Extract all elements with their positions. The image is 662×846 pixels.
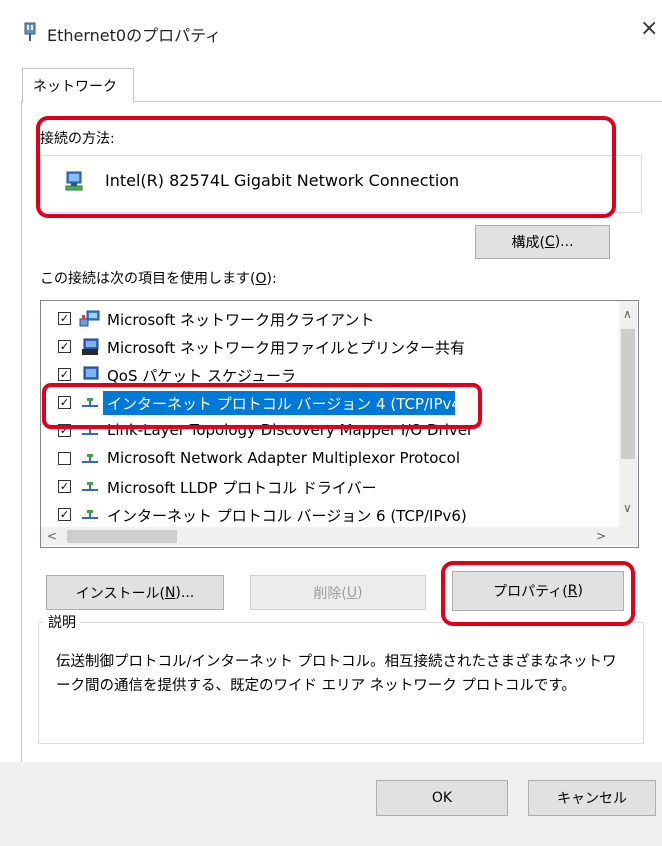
protocol-icon [82,482,98,491]
list-item[interactable]: ✓ QoS パケット スケジューラ [41,361,619,389]
configure-button-key: C [544,234,555,250]
list-item[interactable]: ✓ Microsoft LLDP プロトコル ドライバー [41,473,619,501]
file-printer-sharing-icon [82,338,99,355]
install-button-label: インストール( [75,585,165,602]
protocol-icon [82,398,98,407]
properties-button-label: プロパティ( [493,584,568,600]
connect-using-label: 接続の方法: [40,131,115,147]
uninstall-button-label: 削除( [313,585,347,602]
title-bar: Ethernet0のプロパティ × [0,0,662,62]
components-list-viewport: ✓ Microsoft ネットワーク用クライアント ✓ Microsoft ネッ… [41,301,619,527]
list-item-label: QoS パケット スケジューラ [107,367,296,385]
uninstall-button[interactable]: 削除(U) [250,575,426,610]
list-item[interactable]: ✓ Microsoft ネットワーク用ファイルとプリンター共有 [41,333,619,361]
cancel-button[interactable]: キャンセル [528,780,656,816]
configure-button[interactable]: 構成(C)... [475,225,610,259]
uninstall-button-key: U [346,584,358,601]
qos-scheduler-icon [83,366,99,380]
list-item[interactable]: ✓ インターネット プロトコル バージョン 6 (TCP/IPv6) [41,501,619,527]
scrollbar-corner [619,527,637,546]
uninstall-button-suffix: ) [357,584,363,601]
adapter-name: Intel(R) 82574L Gigabit Network Connecti… [105,171,460,190]
checkbox[interactable] [58,452,71,465]
install-button-key: N [164,584,176,601]
network-plug-icon [24,22,36,41]
ok-button[interactable]: OK [376,780,508,816]
components-list[interactable]: ✓ Microsoft ネットワーク用クライアント ✓ Microsoft ネッ… [40,300,639,548]
protocol-icon [82,454,98,463]
checkbox[interactable]: ✓ [58,396,71,409]
properties-button-key: R [567,583,578,599]
vertical-scroll-thumb[interactable] [621,329,635,459]
checkbox[interactable]: ✓ [58,340,71,353]
adapter-box: Intel(R) 82574L Gigabit Network Connecti… [40,155,642,213]
tab-network-label: ネットワーク [33,79,117,95]
vertical-scrollbar[interactable]: ∧ ∨ [619,301,637,527]
items-label-key: O [255,271,267,287]
install-button-suffix: )... [175,584,195,601]
network-adapter-icon [65,171,83,191]
checkbox[interactable]: ✓ [58,424,71,437]
install-button[interactable]: インストール(N)... [46,575,224,610]
items-label-text: この接続は次の項目を使用します( [40,271,256,287]
close-button[interactable]: × [640,16,658,41]
list-item[interactable]: ✓ Link-Layer Topology Discovery Mapper I… [41,417,619,445]
list-item[interactable]: ✓ Microsoft ネットワーク用クライアント [41,305,619,333]
list-item-label: Microsoft LLDP プロトコル ドライバー [107,479,377,497]
list-item-label: Microsoft ネットワーク用ファイルとプリンター共有 [107,339,466,357]
scroll-right-icon[interactable]: > [596,529,606,543]
checkbox[interactable]: ✓ [58,368,71,381]
description-text: 伝送制御プロトコル/インターネット プロトコル。相互接続されたさまざまなネットワ… [56,654,617,694]
horizontal-scroll-thumb[interactable] [67,530,177,543]
list-item-label: インターネット プロトコル バージョン 4 (TCP/IPv4) [107,395,467,413]
network-client-icon [79,310,100,327]
properties-button-suffix: ) [577,583,583,599]
tab-network[interactable]: ネットワーク [22,68,134,103]
protocol-icon [82,426,98,435]
window-title: Ethernet0のプロパティ [47,26,222,45]
dialog-footer: OK キャンセル [0,762,662,846]
description-title: 説明 [44,612,80,632]
list-item[interactable]: Microsoft Network Adapter Multiplexor Pr… [41,445,619,473]
checkbox[interactable]: ✓ [58,480,71,493]
list-item-label: Microsoft Network Adapter Multiplexor Pr… [107,449,460,467]
configure-button-suffix: )... [554,234,574,250]
scroll-down-icon[interactable]: ∨ [623,501,632,515]
list-item-label: インターネット プロトコル バージョン 6 (TCP/IPv6) [107,507,467,525]
scroll-up-icon[interactable]: ∧ [623,307,632,321]
list-item-label: Microsoft ネットワーク用クライアント [107,311,375,329]
items-label: この接続は次の項目を使用します(O): [40,268,277,288]
scroll-left-icon[interactable]: < [47,529,57,543]
protocol-icon [82,510,98,519]
properties-button[interactable]: プロパティ(R) [452,571,624,611]
list-item-selected[interactable]: ✓ インターネット プロトコル バージョン 4 (TCP/IPv4) [41,389,619,417]
checkbox[interactable]: ✓ [58,508,71,521]
checkbox[interactable]: ✓ [58,312,71,325]
items-label-suffix: ): [266,271,277,287]
horizontal-scrollbar[interactable]: < > [41,527,619,546]
configure-button-label: 構成( [511,235,545,251]
list-item-label: Link-Layer Topology Discovery Mapper I/O… [107,421,474,439]
